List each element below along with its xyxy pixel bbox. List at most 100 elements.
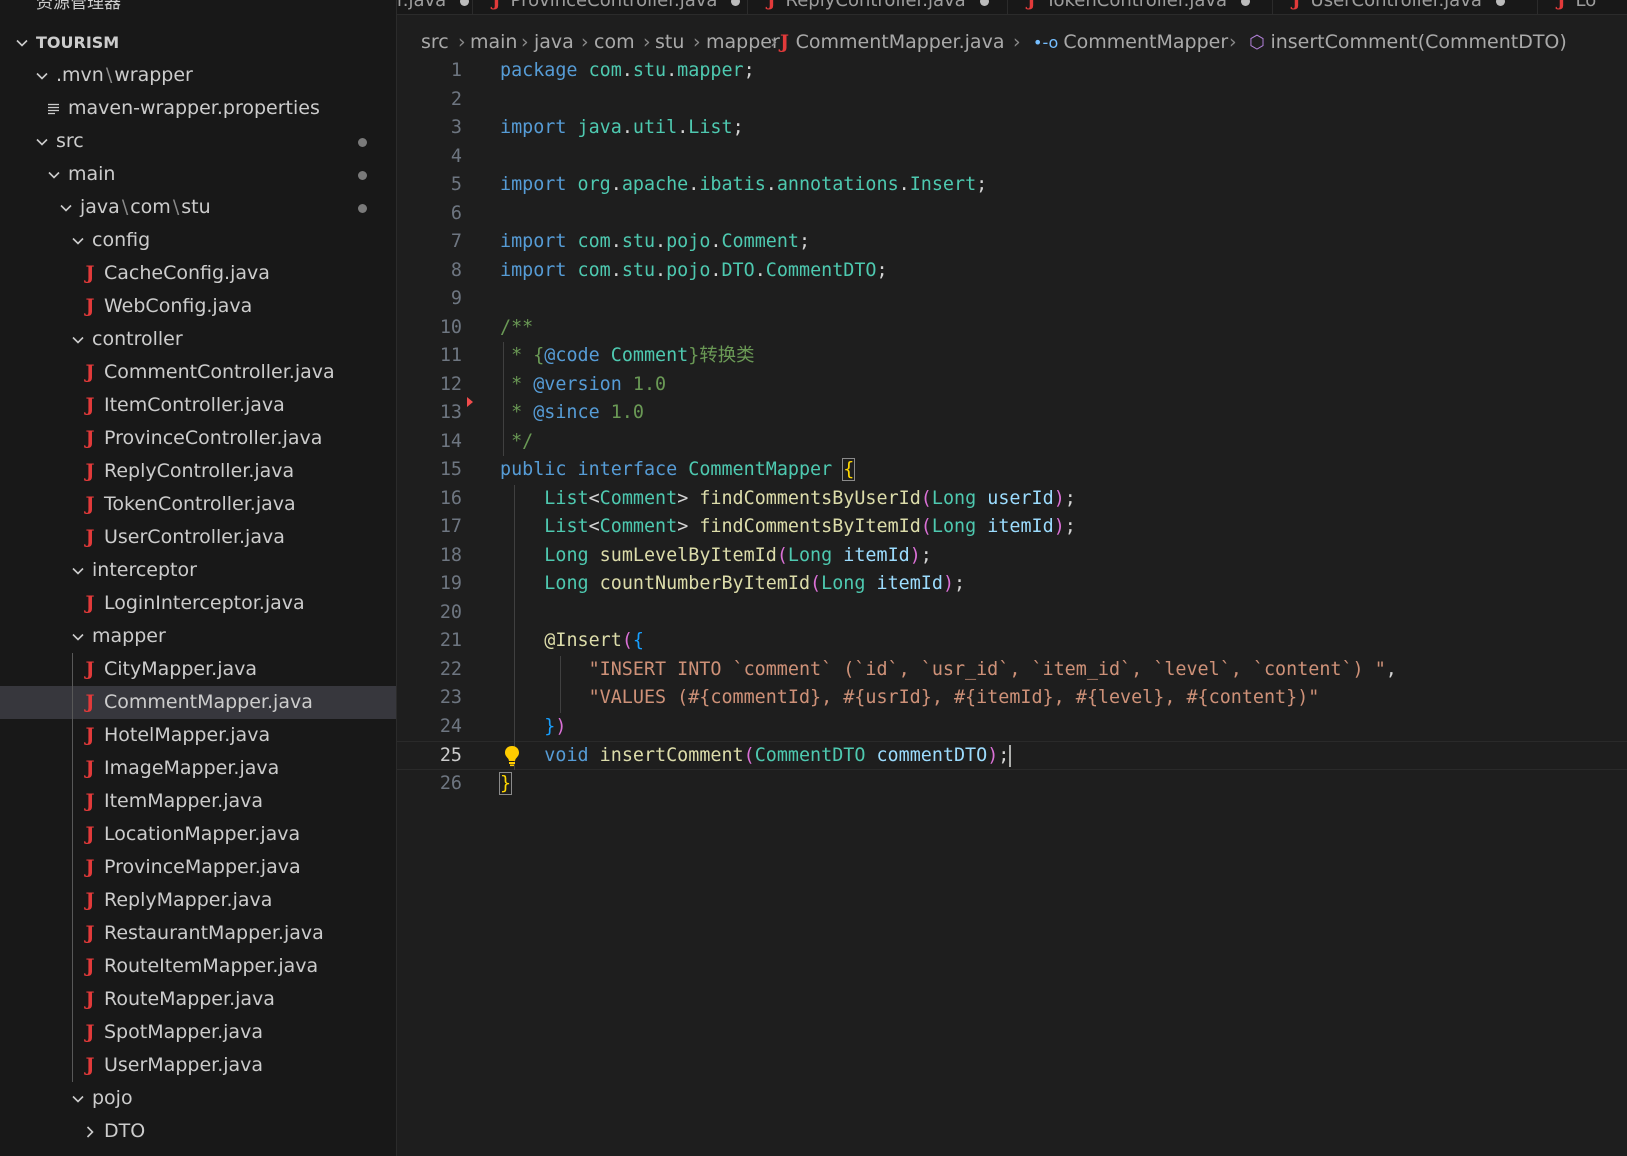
breadcrumb-item[interactable]: ⬡ insertComment(CommentDTO) <box>1249 27 1567 58</box>
breadcrumb-item[interactable]: stu <box>655 27 684 57</box>
file-item[interactable]: J ItemController.java <box>0 389 396 422</box>
folder-item[interactable]: pojo <box>0 1082 396 1115</box>
tree-item-label: ImageMapper.java <box>104 757 280 779</box>
file-item[interactable]: J UserMapper.java <box>0 1049 396 1082</box>
folder-item[interactable]: DTO <box>0 1115 396 1148</box>
file-item[interactable]: J CityMapper.java <box>0 653 396 686</box>
file-item[interactable]: J HotelMapper.java <box>0 719 396 752</box>
folder-item[interactable]: java \ com \ stu <box>0 191 396 224</box>
folder-item[interactable]: main <box>0 158 396 191</box>
code-line[interactable]: 18 Long sumLevelByItemId(Long itemId); <box>397 542 1627 571</box>
code-line[interactable]: 25 void insertComment(CommentDTO comment… <box>397 741 1627 770</box>
chevron-down-icon[interactable] <box>58 191 74 224</box>
folder-item[interactable]: mapper <box>0 620 396 653</box>
file-item[interactable]: J WebConfig.java <box>0 290 396 323</box>
chevron-down-icon[interactable] <box>70 323 86 356</box>
file-item[interactable]: J CommentMapper.java <box>0 686 396 719</box>
code-line[interactable]: 19 Long countNumberByItemId(Long itemId)… <box>397 570 1627 599</box>
code-line[interactable]: 9 <box>397 285 1627 314</box>
chevron-right-icon: › <box>458 31 466 53</box>
file-item[interactable]: J CacheConfig.java <box>0 257 396 290</box>
file-item[interactable]: J ReplyController.java <box>0 455 396 488</box>
breadcrumb-item[interactable]: J CommentMapper.java <box>780 27 1004 57</box>
file-item[interactable]: J LocationMapper.java <box>0 818 396 851</box>
code-line[interactable]: 16 List<Comment> findCommentsByUserId(Lo… <box>397 485 1627 514</box>
editor-tab[interactable]: J Lo <box>1557 0 1596 14</box>
code-line[interactable]: 13 * @since 1.0 <box>397 399 1627 428</box>
chevron-right-icon[interactable] <box>82 1115 98 1148</box>
file-item[interactable]: J UserController.java <box>0 521 396 554</box>
breadcrumb-item[interactable]: src <box>421 27 449 57</box>
code-line[interactable]: 8 import com.stu.pojo.DTO.CommentDTO; <box>397 257 1627 286</box>
chevron-down-icon[interactable] <box>70 620 86 653</box>
file-item[interactable]: J ItemMapper.java <box>0 785 396 818</box>
file-item[interactable]: J LoginInterceptor.java <box>0 587 396 620</box>
folder-item[interactable]: interceptor <box>0 554 396 587</box>
code-line[interactable]: 12 * @version 1.0 <box>397 371 1627 400</box>
code-line[interactable]: 23 "VALUES (#{commentId}, #{usrId}, #{it… <box>397 684 1627 713</box>
breadcrumb-item[interactable]: java <box>534 27 574 57</box>
file-item[interactable]: J RestaurantMapper.java <box>0 917 396 950</box>
code-line[interactable]: 5 import org.apache.ibatis.annotations.In… <box>397 171 1627 200</box>
code-line[interactable]: 6 <box>397 200 1627 229</box>
code-line[interactable]: 15 public interface CommentMapper { <box>397 456 1627 485</box>
file-item[interactable]: J CommentController.java <box>0 356 396 389</box>
code-line[interactable]: 4 <box>397 143 1627 172</box>
code-line[interactable]: 22 "INSERT INTO `comment` (`id`, `usr_id… <box>397 656 1627 685</box>
file-item[interactable]: J RouteItemMapper.java <box>0 950 396 983</box>
code-line[interactable]: 2 <box>397 86 1627 115</box>
chevron-down-icon[interactable] <box>34 125 50 158</box>
chevron-right-icon: › <box>581 31 589 53</box>
folder-item[interactable]: config <box>0 224 396 257</box>
lightbulb-icon[interactable] <box>503 745 521 767</box>
unsaved-dot-icon[interactable] <box>460 0 470 6</box>
file-item[interactable]: maven-wrapper.properties <box>0 92 396 125</box>
file-item[interactable]: J ProvinceMapper.java <box>0 851 396 884</box>
code-text: Long countNumberByItemId(Long itemId); <box>500 570 965 599</box>
code-line[interactable]: 20 <box>397 599 1627 628</box>
java-file-icon: J <box>85 790 95 812</box>
folder-item[interactable]: src <box>0 125 396 158</box>
code-line[interactable]: 21 @Insert({ <box>397 627 1627 656</box>
code-line[interactable]: 11 * {@code Comment}转换类 <box>397 342 1627 371</box>
file-item[interactable]: J SpotMapper.java <box>0 1016 396 1049</box>
code-line[interactable]: 1 package com.stu.mapper; <box>397 57 1627 86</box>
breadcrumb-item[interactable]: com <box>594 27 635 57</box>
unsaved-dot-icon[interactable] <box>1241 0 1251 6</box>
breadcrumb-item[interactable]: mapper <box>706 27 780 57</box>
chevron-down-icon[interactable] <box>14 26 30 59</box>
code-line[interactable]: 24 }) <box>397 713 1627 742</box>
file-item[interactable]: J TokenController.java <box>0 488 396 521</box>
unsaved-dot-icon[interactable] <box>1495 0 1505 6</box>
file-item[interactable]: J ProvinceController.java <box>0 422 396 455</box>
code-line[interactable]: 26} <box>397 770 1627 799</box>
editor-tab[interactable]: J ReplyController.java <box>767 0 989 14</box>
code-editor[interactable]: 1 package com.stu.mapper; 2 3 import java.ut… <box>397 57 1627 1156</box>
chevron-down-icon[interactable] <box>34 59 50 92</box>
java-file-icon: J <box>85 427 95 449</box>
code-line[interactable]: 3 import java.util.List; <box>397 114 1627 143</box>
code-line[interactable]: 10 /** <box>397 314 1627 343</box>
editor-tab[interactable]: J TokenController.java <box>1027 0 1251 14</box>
folder-item[interactable]: .mvn \ wrapper <box>0 59 396 92</box>
editor-tab[interactable]: J UserController.java <box>1292 0 1505 14</box>
unsaved-dot-icon[interactable] <box>731 0 741 6</box>
breadcrumb-item[interactable]: main <box>470 27 517 57</box>
file-item[interactable]: J RouteMapper.java <box>0 983 396 1016</box>
chevron-down-icon[interactable] <box>46 158 62 191</box>
file-item[interactable]: J ImageMapper.java <box>0 752 396 785</box>
editor-tab[interactable]: J ProvinceController.java <box>492 0 741 14</box>
folder-item[interactable]: TOURISM <box>0 26 396 59</box>
code-line[interactable]: 14 */ <box>397 428 1627 457</box>
code-line[interactable]: 17 List<Comment> findCommentsByItemId(Lo… <box>397 513 1627 542</box>
file-item[interactable]: J ReplyMapper.java <box>0 884 396 917</box>
unsaved-dot-icon[interactable] <box>979 0 989 6</box>
breadcrumb-item[interactable]: •-o CommentMapper <box>1033 27 1228 58</box>
more-actions-icon[interactable]: ··· <box>350 0 370 5</box>
chevron-down-icon[interactable] <box>70 224 86 257</box>
folder-item[interactable]: controller <box>0 323 396 356</box>
editor-tab[interactable]: r.java <box>397 0 470 14</box>
chevron-down-icon[interactable] <box>70 1082 86 1115</box>
chevron-down-icon[interactable] <box>70 554 86 587</box>
code-line[interactable]: 7 import com.stu.pojo.Comment; <box>397 228 1627 257</box>
